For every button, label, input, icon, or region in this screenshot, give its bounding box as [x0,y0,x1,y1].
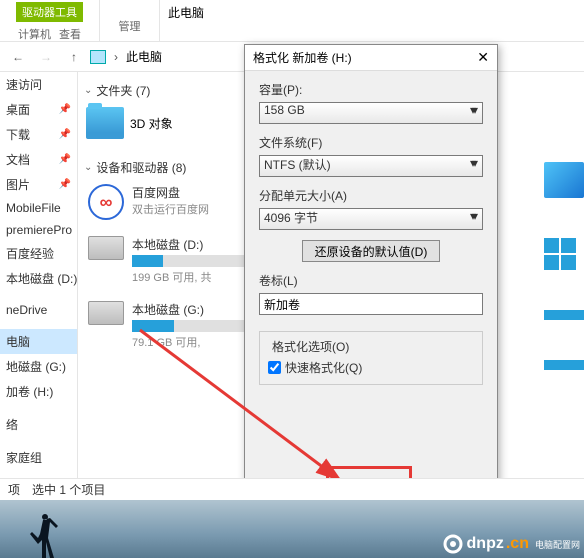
item-count: 项 [8,481,20,498]
ribbon-tab-computer[interactable]: 计算机 [18,26,51,42]
capacity-label: 容量(P): [259,81,483,98]
volume-label-label: 卷标(L) [259,272,483,289]
videos-folder-icon[interactable] [544,162,584,198]
sidebar-item-disk-h[interactable]: 加卷 (H:) [0,379,77,404]
sidebar-item-desktop[interactable]: 桌面📌 [0,97,77,122]
sidebar-item-baidujingyan[interactable]: 百度经验 [0,241,77,266]
drive-bar-partial [544,360,584,370]
chevron-down-icon: ⌄ [84,85,92,96]
folder-3d-objects[interactable]: 3D 对象 [84,103,234,143]
pin-icon: 📌 [59,154,71,165]
forward-button[interactable]: → [34,45,58,69]
status-bar: 项 选中 1 个项目 [0,478,584,500]
location-text[interactable]: 此电脑 [126,48,162,65]
sidebar-item-mobilefile[interactable]: MobileFile [0,197,77,219]
filesystem-select[interactable]: NTFS (默认)▾ [259,155,483,177]
allocation-select[interactable]: 4096 字节▾ [259,208,483,230]
quick-format-checkbox[interactable] [268,361,281,374]
ribbon-tab-manage[interactable]: 管理 [119,18,141,34]
restore-defaults-button[interactable]: 还原设备的默认值(D) [302,240,441,262]
sidebar-item-homegroup[interactable]: 家庭组 [0,445,77,470]
sidebar-item-thispc[interactable]: 电脑 [0,329,77,354]
sidebar-item-downloads[interactable]: 下载📌 [0,122,77,147]
format-options-label: 格式化选项(O) [268,338,353,355]
quick-format-label: 快速格式化(Q) [285,359,362,376]
sidebar-item-disk-g[interactable]: 地磁盘 (G:) [0,354,77,379]
sidebar-item-documents[interactable]: 文档📌 [0,147,77,172]
drive-icon [88,236,124,260]
sidebar-item-pictures[interactable]: 图片📌 [0,172,77,197]
dialog-titlebar: 格式化 新加卷 (H:) ✕ [245,45,497,71]
pin-icon: 📌 [59,179,71,190]
desktop-wallpaper: dnpz.cn 电脑配置网 [0,500,584,558]
sidebar-item-network[interactable]: 络 [0,412,77,437]
pin-icon: 📌 [59,129,71,140]
drive-bar-partial [544,310,584,320]
drive-icon [88,301,124,325]
breadcrumb-separator: › [110,45,122,69]
up-button[interactable]: ↑ [62,45,86,69]
chevron-down-icon: ⌄ [84,162,92,173]
capacity-select[interactable]: 158 GB▾ [259,102,483,124]
windows-drive-icon[interactable] [544,238,576,270]
volume-label-input[interactable] [259,293,483,315]
silhouette-figure [30,510,60,558]
format-dialog: 格式化 新加卷 (H:) ✕ 容量(P): 158 GB▾ 文件系统(F) NT… [244,44,498,512]
ribbon: 驱动器工具 计算机 查看 管理 此电脑 [0,0,584,42]
sidebar-item-onedrive[interactable]: neDrive [0,299,77,321]
folder-icon [86,107,124,139]
sidebar-item-disk-d[interactable]: 本地磁盘 (D:) [0,266,77,291]
selected-count: 选中 1 个项目 [32,481,105,498]
ribbon-contextual-tab[interactable]: 驱动器工具 [16,2,83,22]
baidu-icon: ∞ [88,184,124,220]
pc-icon [90,50,106,64]
breadcrumb-title: 此电脑 [168,4,204,21]
ribbon-tab-view[interactable]: 查看 [59,26,81,42]
nav-sidebar: 速访问 桌面📌 下载📌 文档📌 图片📌 MobileFile premiereP… [0,72,78,502]
pin-icon: 📌 [59,104,71,115]
sidebar-item-quickaccess[interactable]: 速访问 [0,72,77,97]
filesystem-label: 文件系统(F) [259,134,483,151]
watermark: dnpz.cn 电脑配置网 [441,532,580,556]
dialog-title-text: 格式化 新加卷 (H:) [253,49,352,66]
sidebar-item-premierepro[interactable]: premierePro [0,219,77,241]
gear-icon [441,532,465,556]
close-button[interactable]: ✕ [477,49,489,66]
back-button[interactable]: ← [6,45,30,69]
allocation-label: 分配单元大小(A) [259,187,483,204]
